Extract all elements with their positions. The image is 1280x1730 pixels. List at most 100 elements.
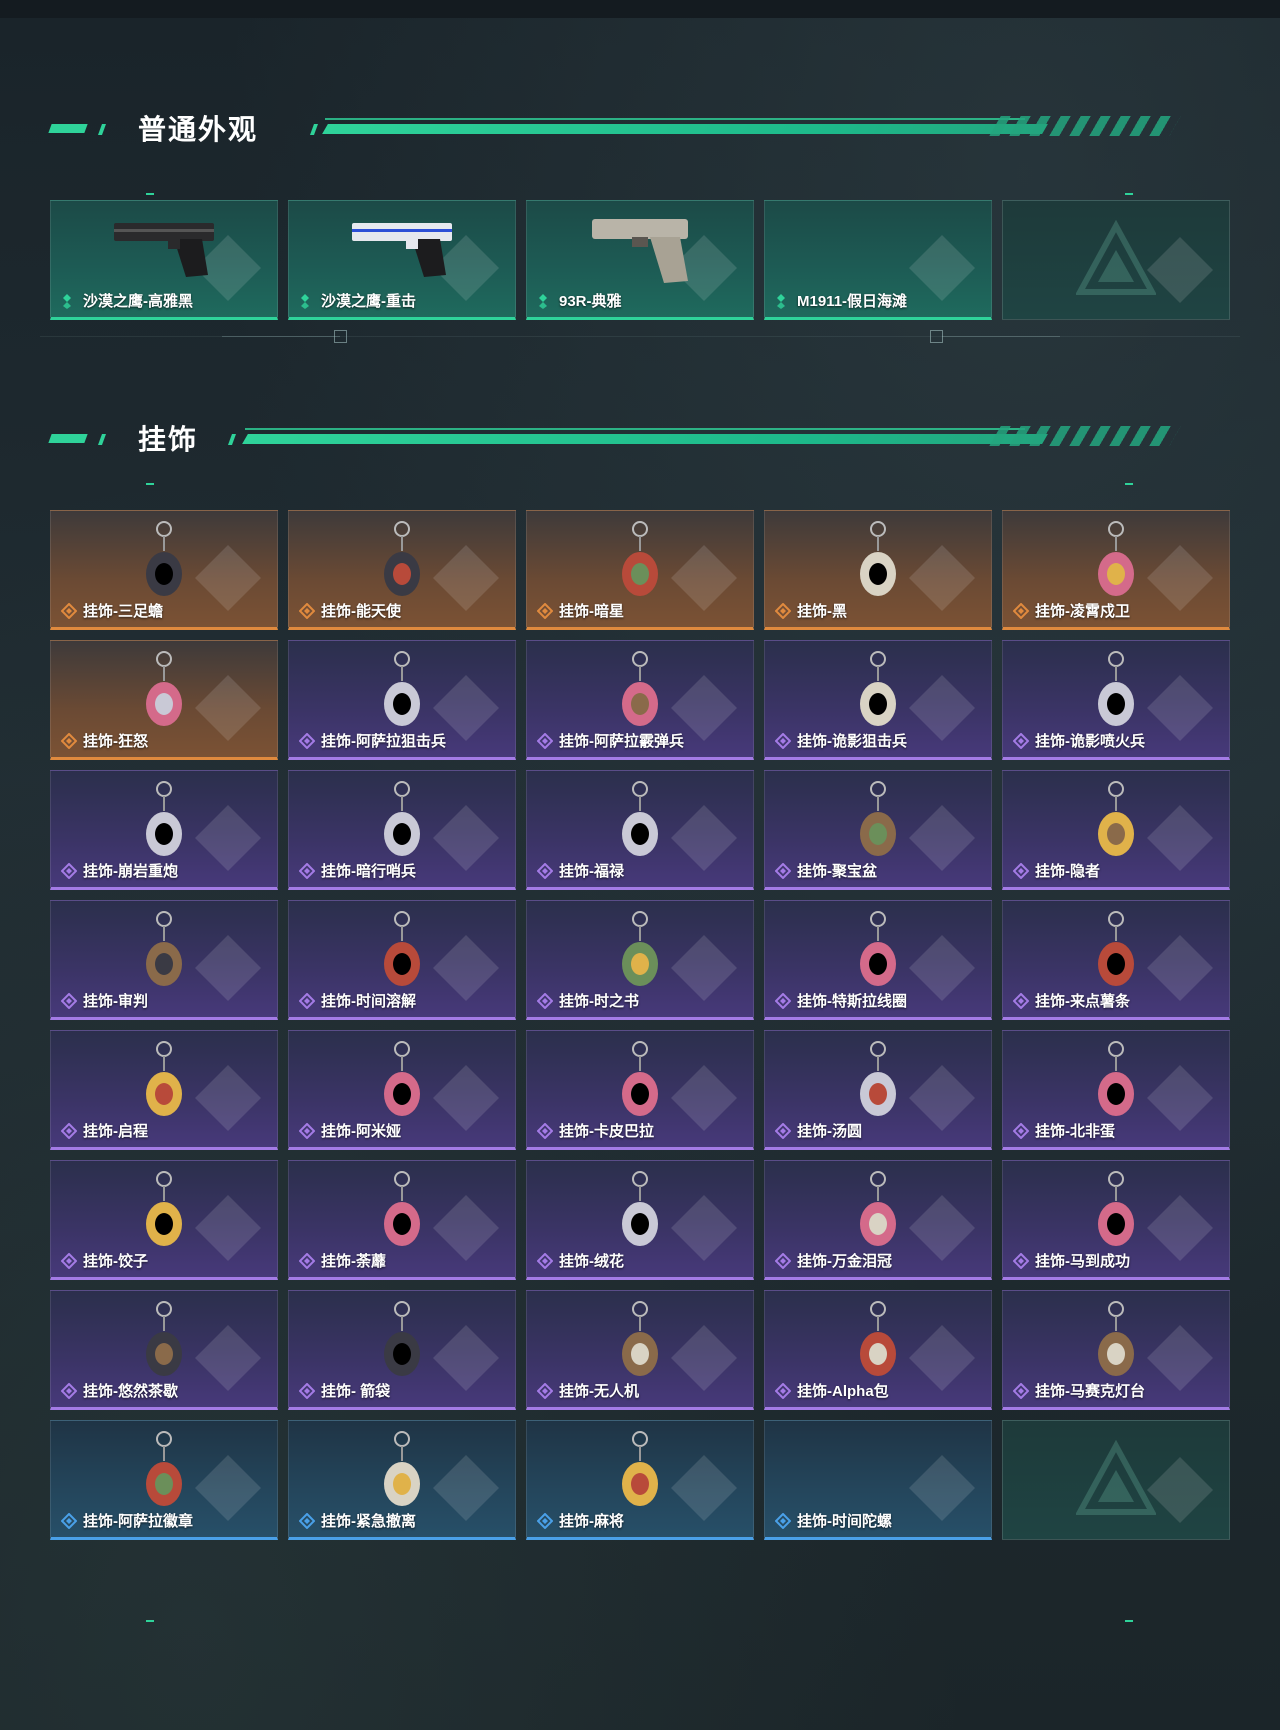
charms-card[interactable]: 挂饰-特斯拉线圈: [764, 900, 992, 1020]
section-header-skins: 普通外观: [48, 110, 1200, 150]
item-label: 挂饰-来点薯条: [1013, 990, 1130, 1011]
lamp-charm-icon: [1098, 1301, 1134, 1376]
rarity-icon: [537, 1252, 553, 1269]
skins-card[interactable]: 沙漠之鹰-重击: [288, 200, 516, 320]
charms-card[interactable]: 挂饰-时之书: [526, 900, 754, 1020]
charms-card[interactable]: 挂饰-饺子: [50, 1160, 278, 1280]
item-name: 挂饰-荼蘼: [321, 1253, 386, 1270]
item-name: 挂饰-时间陀螺: [797, 1513, 892, 1530]
rarity-icon: [63, 293, 71, 309]
charms-card[interactable]: 挂饰-悠然茶歇: [50, 1290, 278, 1410]
charms-card[interactable]: 挂饰-万金泪冠: [764, 1160, 992, 1280]
charms-card[interactable]: 挂饰-北非蛋: [1002, 1030, 1230, 1150]
rarity-icon: [1013, 862, 1029, 879]
egg-charm-icon: [1098, 1041, 1134, 1116]
charms-card[interactable]: 挂饰-聚宝盆: [764, 770, 992, 890]
item-label: 挂饰-马到成功: [1013, 1250, 1130, 1271]
rarity-icon: [1013, 602, 1029, 619]
watermark-icon: [195, 1455, 261, 1521]
sentry-charm-icon: [384, 781, 420, 856]
treasure-bowl-charm-icon: [860, 781, 896, 856]
charms-card[interactable]: 挂饰- 箭袋: [288, 1290, 516, 1410]
charms-card[interactable]: 挂饰-紧急撤离: [288, 1420, 516, 1540]
charms-card[interactable]: 挂饰-阿萨拉徽章: [50, 1420, 278, 1540]
item-name: 挂饰-卡皮巴拉: [559, 1123, 654, 1140]
watermark-icon: [195, 1195, 261, 1261]
charms-card[interactable]: 挂饰-时间陀螺: [764, 1420, 992, 1540]
item-name: 挂饰-阿萨拉狙击兵: [321, 733, 446, 750]
charms-card[interactable]: 挂饰-无人机: [526, 1290, 754, 1410]
item-label: 挂饰-卡皮巴拉: [537, 1120, 654, 1141]
charms-card[interactable]: 挂饰-卡皮巴拉: [526, 1030, 754, 1150]
charms-card[interactable]: 挂饰-暗行哨兵: [288, 770, 516, 890]
item-label: 挂饰-悠然茶歇: [61, 1380, 178, 1401]
watermark-icon: [195, 675, 261, 741]
charms-card[interactable]: 挂饰-审判: [50, 900, 278, 1020]
charms-card[interactable]: 挂饰-福禄: [526, 770, 754, 890]
skins-card[interactable]: 93R-典雅: [526, 200, 754, 320]
charms-card[interactable]: 挂饰-能天使: [288, 510, 516, 630]
item-name: 挂饰-阿米娅: [321, 1123, 401, 1140]
charms-card[interactable]: 挂饰-时间溶解: [288, 900, 516, 1020]
hermit-card-charm-icon: [1098, 781, 1134, 856]
rarity-icon: [1013, 1252, 1029, 1269]
item-name: 挂饰-暗行哨兵: [321, 863, 416, 880]
item-name: 挂饰-崩岩重炮: [83, 863, 178, 880]
logo-icon: [1076, 220, 1156, 295]
charms-card[interactable]: 挂饰-马到成功: [1002, 1160, 1230, 1280]
item-label: 挂饰-特斯拉线圈: [775, 990, 907, 1011]
rarity-icon: [61, 992, 77, 1009]
item-label: 挂饰-启程: [61, 1120, 148, 1141]
item-label: 挂饰-审判: [61, 990, 148, 1011]
charms-card[interactable]: 挂饰-狂怒: [50, 640, 278, 760]
item-label: 挂饰-阿萨拉徽章: [61, 1510, 193, 1531]
charms-card[interactable]: 挂饰-三足蟾: [50, 510, 278, 630]
tesla-coil-charm-icon: [860, 911, 896, 986]
charms-card[interactable]: 挂饰-马赛克灯台: [1002, 1290, 1230, 1410]
exit-sign-charm-icon: [384, 1431, 420, 1506]
charms-card[interactable]: 挂饰-黑: [764, 510, 992, 630]
watermark-icon: [433, 935, 499, 1001]
rarity-icon: [301, 293, 309, 309]
charms-card[interactable]: 挂饰-阿萨拉狙击兵: [288, 640, 516, 760]
charms-card[interactable]: 挂饰-阿米娅: [288, 1030, 516, 1150]
charms-card[interactable]: 挂饰-来点薯条: [1002, 900, 1230, 1020]
item-label: 挂饰-时之书: [537, 990, 639, 1011]
charms-card[interactable]: 挂饰-启程: [50, 1030, 278, 1150]
watermark-icon: [671, 1195, 737, 1261]
item-name: 挂饰-悠然茶歇: [83, 1383, 178, 1400]
charms-card[interactable]: 挂饰-隐者: [1002, 770, 1230, 890]
charms-card[interactable]: 挂饰-绒花: [526, 1160, 754, 1280]
item-name: 挂饰-马到成功: [1035, 1253, 1130, 1270]
item-name: 挂饰-凌霄戍卫: [1035, 603, 1130, 620]
item-label: 挂饰-时间陀螺: [775, 1510, 892, 1531]
rarity-icon: [775, 602, 791, 619]
item-label: 挂饰-万金泪冠: [775, 1250, 892, 1271]
watermark-icon: [1147, 1065, 1213, 1131]
item-name: 挂饰-狂怒: [83, 733, 148, 750]
item-name: 挂饰-来点薯条: [1035, 993, 1130, 1010]
charms-card[interactable]: 挂饰-崩岩重炮: [50, 770, 278, 890]
watermark-icon: [909, 545, 975, 611]
rarity-icon: [775, 1252, 791, 1269]
skins-card[interactable]: M1911-假日海滩: [764, 200, 992, 320]
watermark-icon: [433, 1455, 499, 1521]
charms-card[interactable]: 挂饰-汤圆: [764, 1030, 992, 1150]
item-name: 挂饰-饺子: [83, 1253, 148, 1270]
charms-card[interactable]: 挂饰-凌霄戍卫: [1002, 510, 1230, 630]
rarity-icon: [299, 1252, 315, 1269]
charms-card[interactable]: 挂饰-麻将: [526, 1420, 754, 1540]
charms-card[interactable]: 挂饰-暗星: [526, 510, 754, 630]
charms-card[interactable]: 挂饰-诡影狙击兵: [764, 640, 992, 760]
item-name: 挂饰-Alpha包: [797, 1383, 889, 1400]
skins-card[interactable]: 沙漠之鹰-高雅黑: [50, 200, 278, 320]
charms-card[interactable]: 挂饰-阿萨拉霰弹兵: [526, 640, 754, 760]
charms-card[interactable]: 挂饰-诡影喷火兵: [1002, 640, 1230, 760]
rarity-icon: [1013, 992, 1029, 1009]
item-label: 挂饰-阿萨拉霰弹兵: [537, 730, 684, 751]
item-name: 挂饰-阿萨拉霰弹兵: [559, 733, 684, 750]
cupcake-charm-icon: [146, 1301, 182, 1376]
charms-card[interactable]: 挂饰-Alpha包: [764, 1290, 992, 1410]
drone-charm-icon: [622, 1301, 658, 1376]
charms-card[interactable]: 挂饰-荼蘼: [288, 1160, 516, 1280]
